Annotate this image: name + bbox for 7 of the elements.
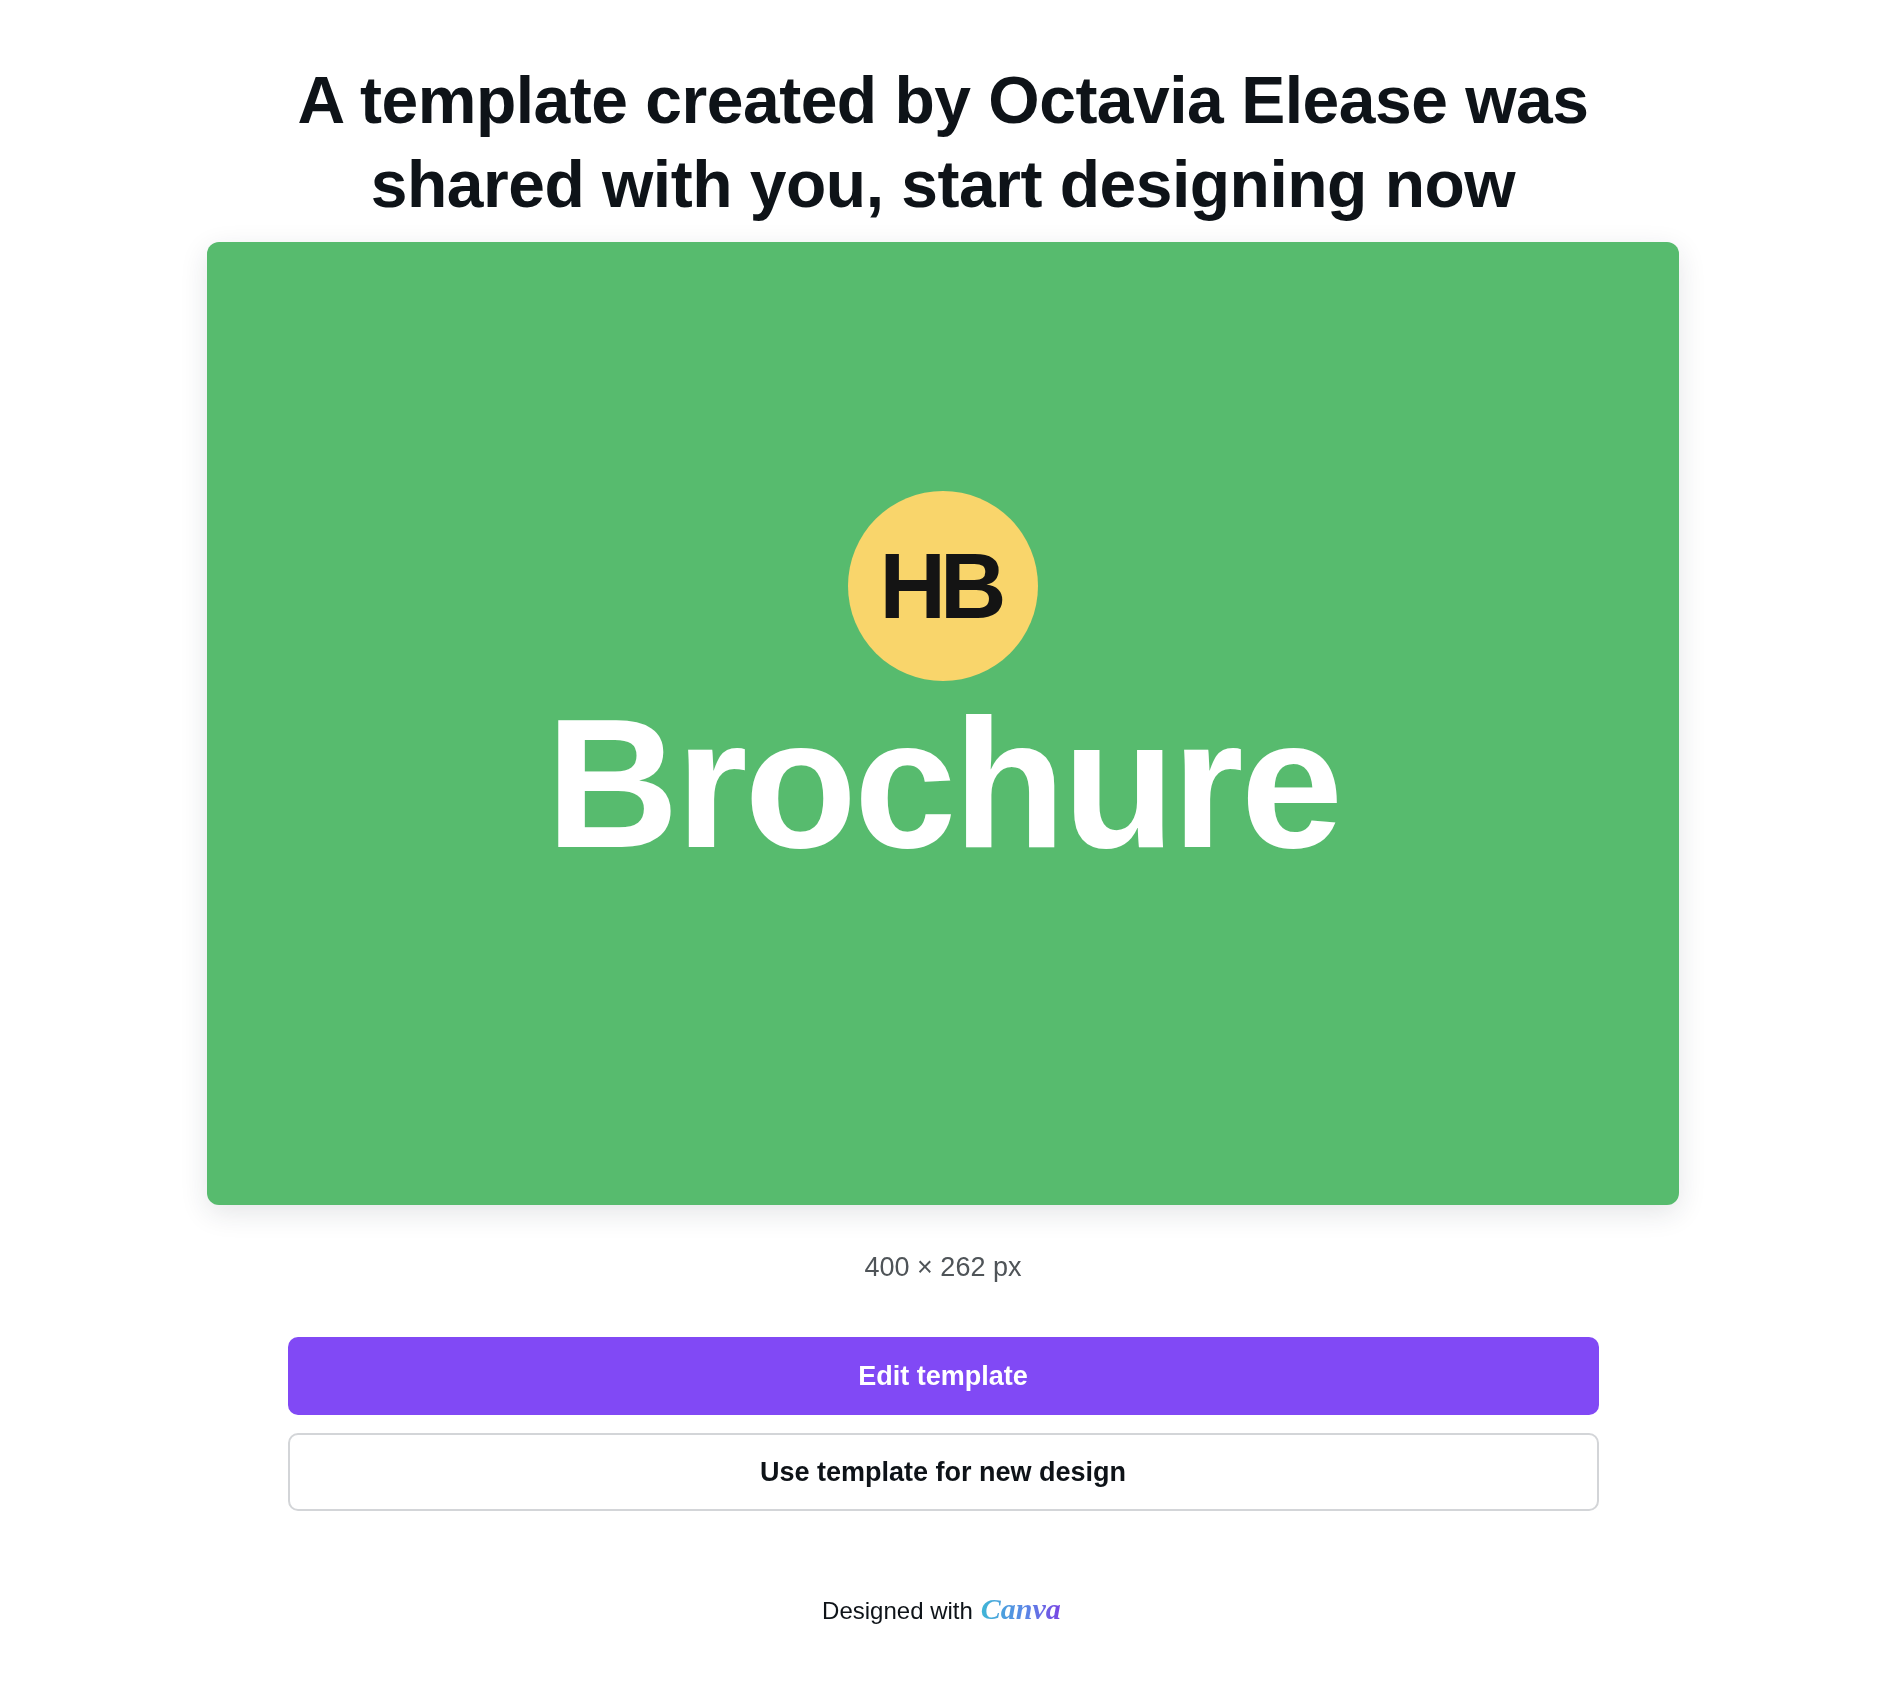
footer-text: Designed with (822, 1596, 973, 1626)
logo-badge: HB (848, 491, 1038, 681)
page-heading: A template created by Octavia Elease was shared with you, start designing now (296, 62, 1590, 223)
use-template-button[interactable]: Use template for new design (287, 1433, 1599, 1511)
design-title: Brochure (546, 691, 1340, 875)
edit-template-button[interactable]: Edit template (287, 1337, 1599, 1415)
dimensions-label: 400 × 262 px (864, 1252, 1022, 1282)
